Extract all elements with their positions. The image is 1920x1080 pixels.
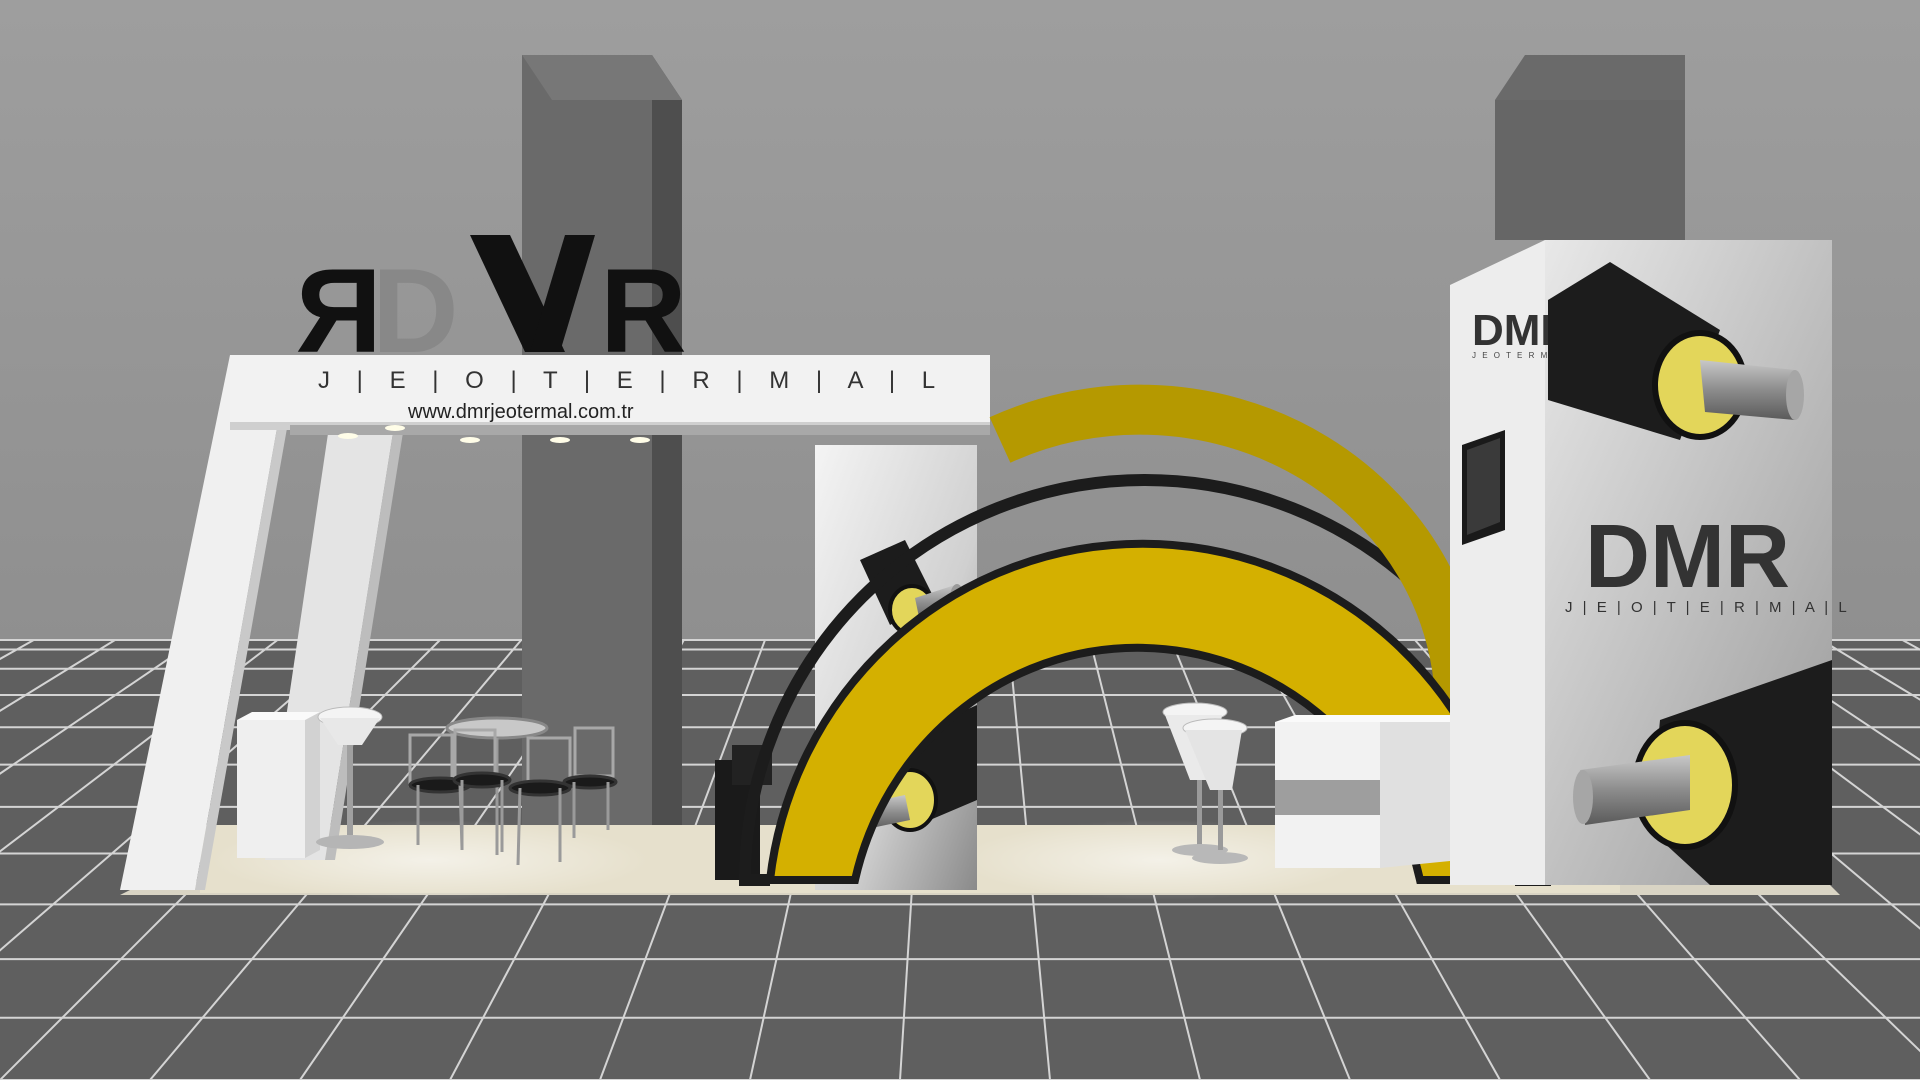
tower-front-subtitle: J | E | O | T | E | R | M | A | L: [1565, 599, 1850, 616]
right-pillar: [1495, 55, 1685, 240]
right-tower: DMR J E O T E R M A L DMR J | E | O | T …: [1450, 240, 1850, 885]
svg-text:R: R: [600, 244, 687, 378]
website-text: www.dmrjeotermal.com.tr: [407, 401, 634, 423]
left-counter: [237, 712, 320, 858]
exhibition-booth-render: J | E | O | T | E | R | M | A | L www.dm…: [0, 0, 1920, 1080]
right-counter: [1275, 715, 1465, 868]
svg-text:R: R: [295, 244, 382, 378]
rooftop-logo: R D DMR R: [295, 235, 687, 378]
tower-front-logo: DMR: [1585, 507, 1790, 607]
